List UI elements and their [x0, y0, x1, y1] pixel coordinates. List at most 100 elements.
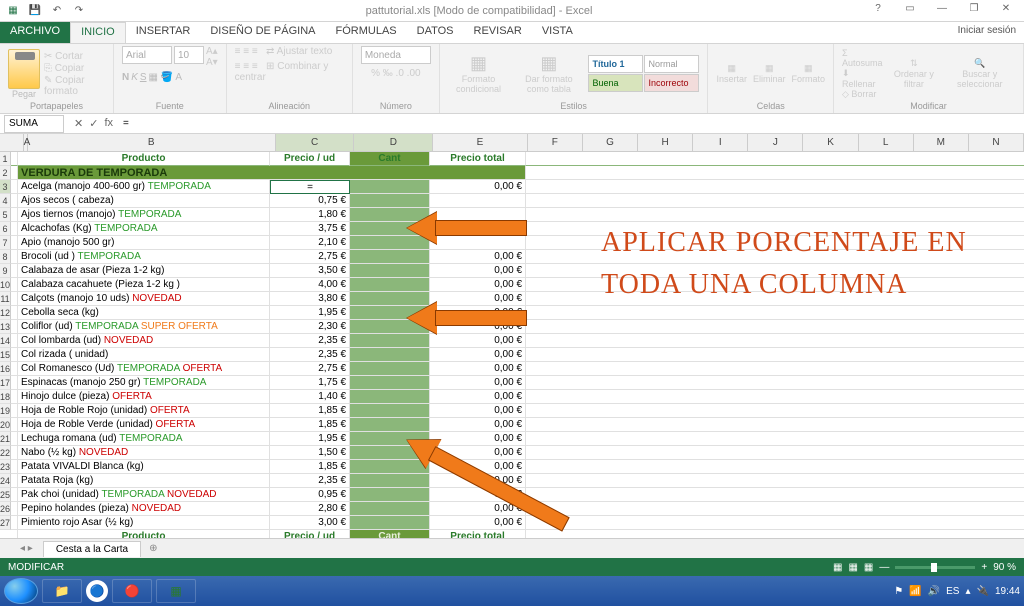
bold-button[interactable]: N: [122, 72, 129, 83]
cell-price[interactable]: 1,85 €: [270, 418, 350, 432]
tab-layout[interactable]: DISEÑO DE PÁGINA: [200, 22, 325, 43]
accept-formula-icon[interactable]: ✓: [89, 117, 98, 130]
cell-qty[interactable]: [350, 502, 430, 516]
cell-price[interactable]: 2,75 €: [270, 362, 350, 376]
help-icon[interactable]: ?: [866, 3, 890, 19]
cell-price[interactable]: 1,85 €: [270, 460, 350, 474]
sheet-tab-active[interactable]: Cesta a la Carta: [43, 541, 141, 557]
cell-price[interactable]: 0,75 €: [270, 194, 350, 208]
cell-qty[interactable]: [350, 362, 430, 376]
cell-price[interactable]: 3,00 €: [270, 516, 350, 530]
cell-price[interactable]: 2,30 €: [270, 320, 350, 334]
col-header-I[interactable]: I: [693, 134, 748, 151]
cell-product[interactable]: Hoja de Roble Rojo (unidad) OFERTA: [18, 404, 270, 418]
insert-button[interactable]: Insertar: [716, 74, 747, 84]
cell-product[interactable]: Hinojo dulce (pieza) OFERTA: [18, 390, 270, 404]
tab-view[interactable]: VISTA: [532, 22, 583, 43]
col-header-L[interactable]: L: [859, 134, 914, 151]
table-format-button[interactable]: Dar formato como tabla: [525, 74, 573, 94]
signin-link[interactable]: Iniciar sesión: [950, 22, 1024, 43]
col-header-E[interactable]: E: [433, 134, 528, 151]
formula-input[interactable]: [119, 118, 1024, 129]
cell-total[interactable]: 0,00 €: [430, 418, 526, 432]
row-header-9[interactable]: 9: [0, 264, 11, 278]
cell-price[interactable]: 2,35 €: [270, 348, 350, 362]
row-header-27[interactable]: 27: [0, 516, 11, 530]
cell-qty[interactable]: [350, 390, 430, 404]
clear-button[interactable]: ◇ Borrar: [842, 89, 883, 100]
save-icon[interactable]: 💾: [26, 2, 44, 20]
cell-product[interactable]: Pepino holandes (pieza) NOVEDAD: [18, 502, 270, 516]
undo-icon[interactable]: ↶: [48, 2, 66, 20]
tray-flag-icon[interactable]: ⚑: [894, 586, 903, 597]
active-cell[interactable]: =: [270, 180, 350, 194]
cell-price[interactable]: 2,10 €: [270, 236, 350, 250]
cell-price[interactable]: 1,95 €: [270, 306, 350, 320]
tray-lang[interactable]: ES: [946, 586, 959, 597]
cell-qty[interactable]: [350, 264, 430, 278]
sort-button[interactable]: Ordenar y filtrar: [894, 69, 934, 89]
paste-button[interactable]: [8, 49, 40, 89]
cell-price[interactable]: 2,35 €: [270, 334, 350, 348]
cut-button[interactable]: ✂ Cortar: [44, 51, 105, 62]
cell-total[interactable]: 0,00 €: [430, 348, 526, 362]
cell-qty[interactable]: [350, 278, 430, 292]
start-button[interactable]: [4, 578, 38, 604]
new-sheet-icon[interactable]: ⊕: [149, 543, 157, 554]
cell-qty[interactable]: [350, 334, 430, 348]
cell-qty[interactable]: [350, 474, 430, 488]
cell-total[interactable]: [430, 194, 526, 208]
maximize-icon[interactable]: ❐: [962, 3, 986, 19]
col-header-N[interactable]: N: [969, 134, 1024, 151]
cell-price[interactable]: 1,95 €: [270, 432, 350, 446]
cell-qty[interactable]: [350, 180, 430, 194]
col-header-D[interactable]: D: [354, 134, 433, 151]
row-header-25[interactable]: 25: [0, 488, 11, 502]
cell-product[interactable]: Calabaza de asar (Pieza 1-2 kg): [18, 264, 270, 278]
cell-total[interactable]: 0,00 €: [430, 362, 526, 376]
find-button[interactable]: Buscar y seleccionar: [957, 69, 1003, 89]
row-header-19[interactable]: 19: [0, 404, 11, 418]
cell-price[interactable]: 3,80 €: [270, 292, 350, 306]
delete-button[interactable]: Eliminar: [753, 74, 786, 84]
col-header-M[interactable]: M: [914, 134, 969, 151]
row-header-13[interactable]: 13: [0, 320, 11, 334]
cell-product[interactable]: Col lombarda (ud) NOVEDAD: [18, 334, 270, 348]
cancel-formula-icon[interactable]: ✕: [74, 117, 83, 130]
col-header-F[interactable]: F: [528, 134, 583, 151]
col-header-K[interactable]: K: [803, 134, 858, 151]
fx-icon[interactable]: fx: [104, 117, 113, 130]
cell-product[interactable]: Coliflor (ud) TEMPORADA SUPER OFERTA: [18, 320, 270, 334]
tab-home[interactable]: INICIO: [70, 22, 126, 43]
autosum-button[interactable]: Σ Autosuma: [842, 48, 883, 68]
cell-product[interactable]: Cebolla seca (kg): [18, 306, 270, 320]
col-header-C[interactable]: C: [276, 134, 355, 151]
col-header-G[interactable]: G: [583, 134, 638, 151]
style-normal[interactable]: Normal: [644, 55, 699, 73]
row-header-12[interactable]: 12: [0, 306, 11, 320]
tray-volume-icon[interactable]: 🔊: [928, 586, 940, 597]
cell-qty[interactable]: [350, 404, 430, 418]
brush-button[interactable]: ✎ Copiar formato: [44, 75, 105, 97]
task-excel[interactable]: ▦: [156, 579, 196, 603]
cell-product[interactable]: Patata VIVALDI Blanca (kg): [18, 460, 270, 474]
cell-qty[interactable]: [350, 376, 430, 390]
cell-total[interactable]: 0,00 €: [430, 404, 526, 418]
cell-product[interactable]: Col rizada ( unidad): [18, 348, 270, 362]
format-button[interactable]: Formato: [791, 74, 825, 84]
view-normal-icon[interactable]: ▦: [833, 562, 842, 573]
cell-total[interactable]: 0,00 €: [430, 264, 526, 278]
row-header-10[interactable]: 10: [0, 278, 11, 292]
zoom-level[interactable]: 90 %: [993, 562, 1016, 573]
row-header-3[interactable]: 3: [0, 180, 11, 194]
tray-clock[interactable]: 19:44: [995, 586, 1020, 597]
row-header-2[interactable]: 2: [0, 166, 11, 180]
task-chrome[interactable]: 🔵: [86, 580, 108, 602]
tray-chevron-icon[interactable]: ▴: [965, 586, 970, 597]
cell-qty[interactable]: [350, 250, 430, 264]
cell-price[interactable]: 3,50 €: [270, 264, 350, 278]
row-header-1[interactable]: 1: [0, 152, 11, 166]
cell-price[interactable]: 2,35 €: [270, 474, 350, 488]
cell-price[interactable]: 4,00 €: [270, 278, 350, 292]
zoom-slider[interactable]: [895, 566, 975, 569]
